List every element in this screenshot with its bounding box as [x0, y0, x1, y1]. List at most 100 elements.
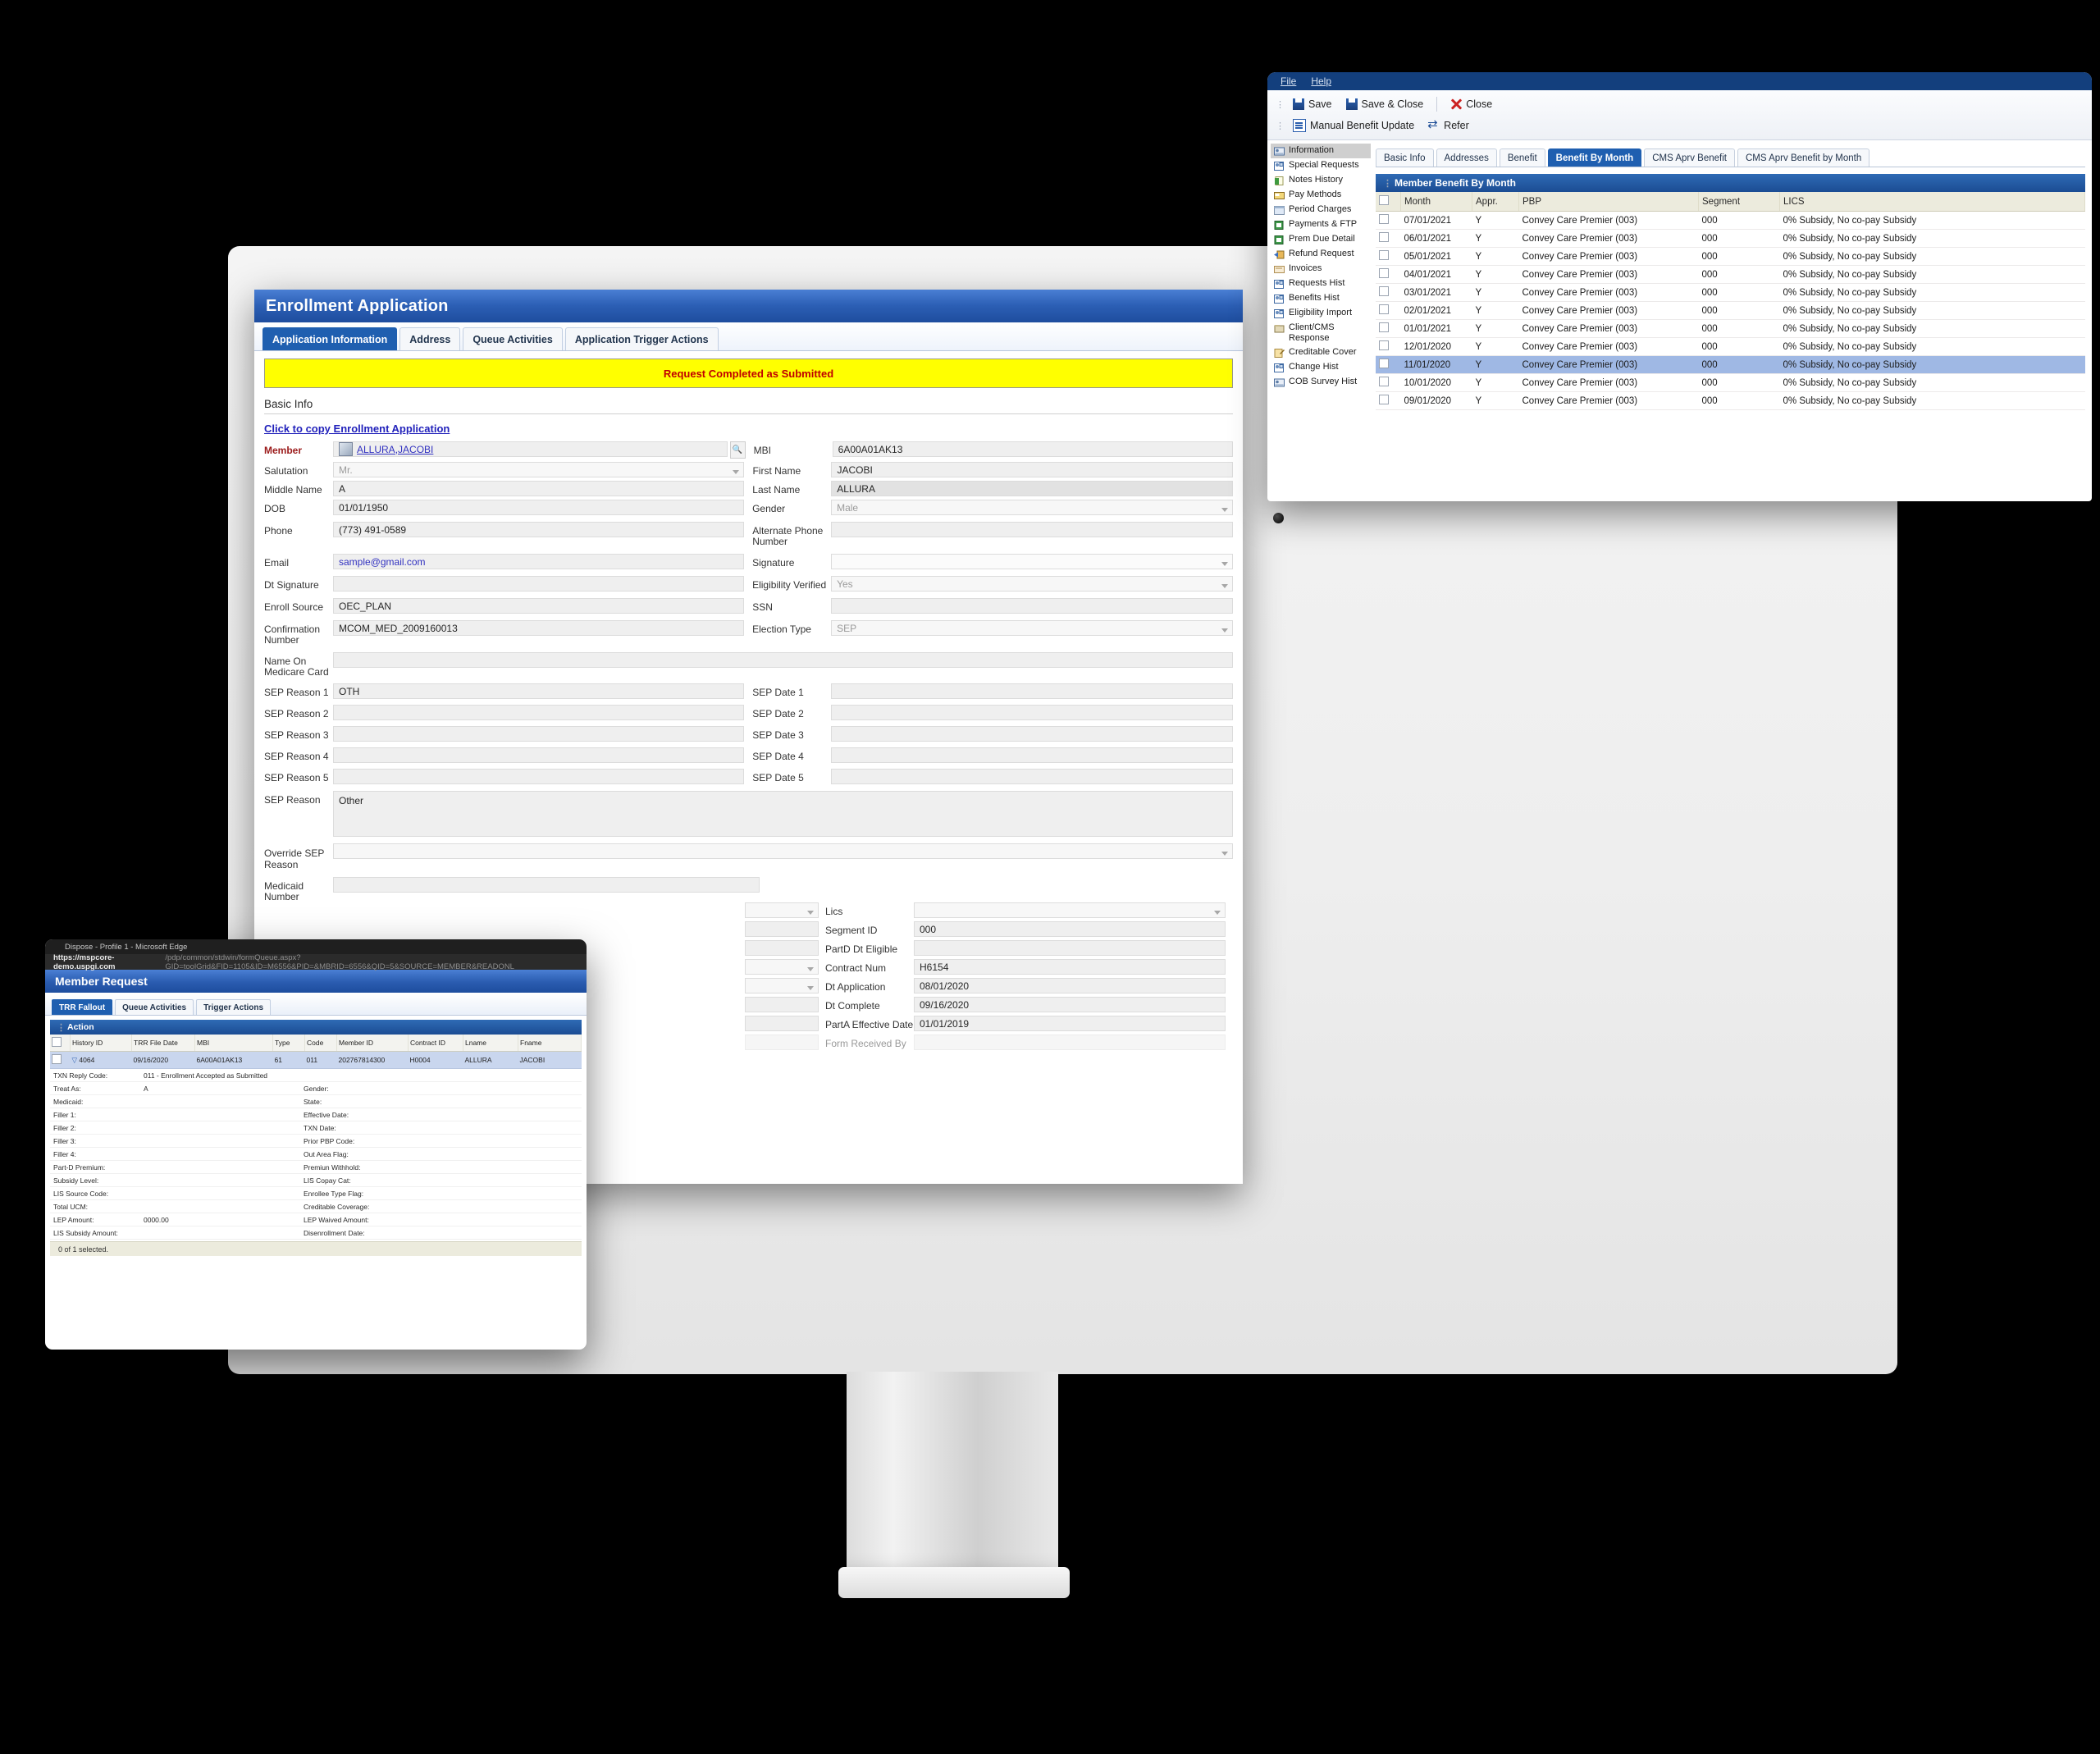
row-checkbox[interactable] [52, 1054, 62, 1064]
sidebar-item-eligibility-import[interactable]: Eligibility Import [1271, 306, 1371, 321]
sep-reason-3-field[interactable] [333, 726, 745, 742]
email-field[interactable]: sample@gmail.com [333, 554, 745, 569]
override-sep-reason-select[interactable] [333, 843, 1233, 859]
row-checkbox-cell[interactable] [1376, 373, 1401, 392]
ssn-field[interactable] [831, 598, 1233, 614]
tab-trigger-actions[interactable]: Trigger Actions [196, 999, 272, 1015]
member-link-text[interactable]: ALLURA,JACOBI [357, 444, 433, 455]
row-checkbox[interactable] [1379, 377, 1389, 386]
middle-name-field[interactable]: A [333, 481, 745, 496]
row-checkbox[interactable] [1379, 250, 1389, 260]
gender-select[interactable]: Male [831, 500, 1233, 515]
left-col-select-5[interactable] [745, 978, 819, 993]
sidebar-item-requests-hist[interactable]: Requests Hist [1271, 276, 1371, 291]
row-checkbox-cell[interactable] [1376, 301, 1401, 320]
tab-benefit[interactable]: Benefit [1499, 148, 1545, 167]
row-checkbox-cell[interactable] [1376, 391, 1401, 410]
left-col-field-7[interactable] [745, 1016, 819, 1031]
partd-dt-eligible-field[interactable] [914, 940, 1226, 956]
segment-id-field[interactable]: 000 [914, 921, 1226, 937]
col-history-id[interactable]: History ID [70, 1035, 132, 1052]
tab-cms-aprv-benefit-by-month[interactable]: CMS Aprv Benefit by Month [1737, 148, 1870, 167]
tab-cms-aprv-benefit[interactable]: CMS Aprv Benefit [1644, 148, 1735, 167]
sidebar-item-cob-survey-hist[interactable]: COB Survey Hist [1271, 375, 1371, 390]
sidebar-item-notes-history[interactable]: Notes History [1271, 173, 1371, 188]
col-contract-id[interactable]: Contract ID [408, 1035, 463, 1052]
row-checkbox-cell[interactable] [1376, 283, 1401, 302]
salutation-select[interactable]: Mr. [333, 462, 745, 477]
tab-application-information[interactable]: Application Information [262, 327, 398, 350]
table-row[interactable]: 04/01/2021 Y Convey Care Premier (003) 000 0… [1376, 265, 2085, 284]
sidebar-item-refund-request[interactable]: Refund Request [1271, 247, 1371, 262]
row-checkbox-cell[interactable] [1376, 247, 1401, 266]
left-col-field-6[interactable] [745, 997, 819, 1012]
sep-date-3-field[interactable] [831, 726, 1233, 742]
sep-date-4-field[interactable] [831, 747, 1233, 763]
mbi-field[interactable]: 6A00A01AK13 [832, 441, 1233, 457]
col-lics[interactable]: LICS [1779, 192, 2085, 212]
tab-queue-activities[interactable]: Queue Activities [463, 327, 563, 350]
col-code[interactable]: Code [304, 1035, 337, 1052]
left-col-field-3[interactable] [745, 940, 819, 956]
copy-enrollment-application-link[interactable]: Click to copy Enrollment Application [264, 423, 450, 435]
sep-reason-textarea[interactable]: Other [333, 791, 1233, 837]
dt-complete-field[interactable]: 09/16/2020 [914, 997, 1226, 1012]
left-col-select-4[interactable] [745, 959, 819, 975]
row-checkbox-cell[interactable] [1376, 265, 1401, 284]
action-grip-icon[interactable]: ⋮ [57, 1022, 66, 1033]
sidebar-item-invoices[interactable]: Invoices [1271, 262, 1371, 276]
table-row[interactable]: 09/01/2020 Y Convey Care Premier (003) 000 0… [1376, 391, 2085, 410]
browser-address-bar[interactable]: https://mspcore-demo.uspgi.com/pdp/commo… [45, 953, 587, 971]
sep-date-2-field[interactable] [831, 705, 1233, 720]
refer-button[interactable]: Refer [1424, 116, 1473, 133]
close-button[interactable]: Close [1446, 97, 1496, 112]
menu-file[interactable]: File [1281, 75, 1296, 87]
sidebar-item-period-charges[interactable]: Period Charges [1271, 203, 1371, 217]
confirmation-number-field[interactable]: MCOM_MED_2009160013 [333, 620, 745, 636]
signature-select[interactable] [831, 554, 1233, 569]
col-type[interactable]: Type [272, 1035, 305, 1052]
row-checkbox-cell[interactable] [1376, 319, 1401, 338]
row-checkbox-cell[interactable] [1376, 211, 1401, 230]
col-fname[interactable]: Fname [518, 1035, 582, 1052]
tab-basic-info[interactable]: Basic Info [1376, 148, 1434, 167]
sep-reason-2-field[interactable] [333, 705, 745, 720]
sep-reason-1-field[interactable]: OTH [333, 683, 745, 699]
medicaid-number-field[interactable] [333, 877, 760, 893]
left-col-select-1[interactable] [745, 902, 819, 918]
sidebar-item-pay-methods[interactable]: Pay Methods [1271, 188, 1371, 203]
election-type-select[interactable]: SEP [831, 620, 1233, 636]
eligibility-verified-select[interactable]: Yes [831, 576, 1233, 592]
phone-field[interactable]: (773) 491-0589 [333, 522, 745, 537]
col-member-id[interactable]: Member ID [336, 1035, 409, 1052]
select-all-header[interactable] [1376, 192, 1401, 212]
col-mbi[interactable]: MBI [194, 1035, 273, 1052]
save-and-close-button[interactable]: Save & Close [1342, 97, 1428, 112]
row-checkbox[interactable] [1379, 232, 1389, 242]
sep-date-1-field[interactable] [831, 683, 1233, 699]
row-checkbox-cell[interactable] [1376, 337, 1401, 356]
col-lname[interactable]: Lname [463, 1035, 518, 1052]
dob-field[interactable]: 01/01/1950 [333, 500, 745, 515]
sep-date-5-field[interactable] [831, 769, 1233, 784]
row-checkbox-cell[interactable] [1376, 355, 1401, 374]
parta-effective-date-field[interactable]: 01/01/2019 [914, 1016, 1226, 1031]
name-on-medicare-card-field[interactable] [333, 652, 1233, 668]
table-row[interactable]: 06/01/2021 Y Convey Care Premier (003) 000 0… [1376, 229, 2085, 248]
row-checkbox[interactable] [1379, 286, 1389, 296]
row-checkbox[interactable] [1379, 322, 1389, 332]
col-month[interactable]: Month [1400, 192, 1472, 212]
row-checkbox[interactable] [1379, 359, 1389, 368]
manual-benefit-update-button[interactable]: Manual Benefit Update [1289, 117, 1418, 134]
table-row[interactable]: 05/01/2021 Y Convey Care Premier (003) 000 0… [1376, 247, 2085, 266]
dt-signature-field[interactable] [333, 576, 745, 592]
alternate-phone-field[interactable] [831, 522, 1233, 537]
row-checkbox[interactable] [1379, 304, 1389, 314]
tab-benefit-by-month[interactable]: Benefit By Month [1547, 148, 1642, 167]
table-row[interactable]: 01/01/2021 Y Convey Care Premier (003) 000 0… [1376, 319, 2085, 338]
table-row[interactable]: 11/01/2020 Y Convey Care Premier (003) 000 0… [1376, 355, 2085, 374]
last-name-field[interactable]: ALLURA [831, 481, 1233, 496]
form-received-by-field[interactable] [914, 1035, 1226, 1050]
enroll-source-field[interactable]: OEC_PLAN [333, 598, 745, 614]
grid-grip-icon[interactable]: ⋮ [1383, 178, 1392, 189]
